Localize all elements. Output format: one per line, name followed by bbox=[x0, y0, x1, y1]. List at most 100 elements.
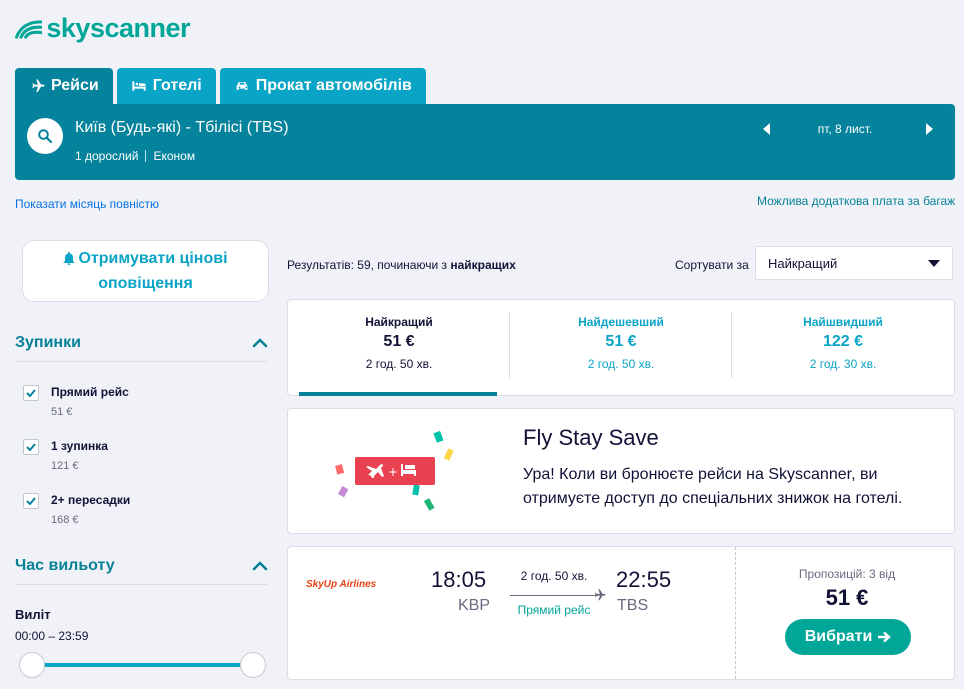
bed-icon bbox=[132, 81, 146, 91]
check-icon bbox=[26, 497, 36, 505]
arrival-airport: TBS bbox=[617, 597, 649, 614]
skyscanner-logo[interactable]: skyscanner bbox=[15, 12, 190, 44]
one-stop-checkbox[interactable] bbox=[23, 439, 39, 455]
bell-icon bbox=[63, 252, 75, 265]
direct-checkbox[interactable] bbox=[23, 385, 39, 401]
results-summary-bold: найкращих bbox=[450, 258, 516, 272]
sort-tab-best-title: Найкращий bbox=[365, 315, 433, 329]
tab-flights[interactable]: Рейси bbox=[15, 68, 113, 104]
card-divider bbox=[735, 547, 736, 679]
sort-dropdown[interactable]: Найкращий bbox=[755, 246, 953, 280]
results-summary: Результатів: 59, починаючи з найкращих bbox=[287, 258, 516, 272]
plane-icon bbox=[32, 79, 45, 92]
arrow-right-icon bbox=[878, 631, 892, 643]
next-date-button[interactable] bbox=[925, 122, 933, 138]
departure-range-text: 00:00 – 23:59 bbox=[15, 629, 89, 643]
tab-car-hire-label: Прокат автомобілів bbox=[255, 77, 412, 94]
plane-icon bbox=[594, 589, 606, 601]
departure-time: 18:05 bbox=[431, 567, 487, 592]
select-flight-button[interactable]: Вибрати bbox=[785, 619, 911, 655]
prev-date-button[interactable] bbox=[763, 122, 771, 138]
stops-text: Прямий рейс bbox=[517, 603, 591, 617]
sort-tabs: Найкращий 51 € 2 год. 50 хв. Найдешевший… bbox=[287, 299, 955, 396]
search-summary-bar[interactable]: Київ (Будь-які) - Тбілісі (TBS) 1 доросл… bbox=[15, 104, 955, 180]
arrival-time: 22:55 bbox=[616, 567, 672, 592]
date-text[interactable]: пт, 8 лист. bbox=[775, 122, 915, 136]
sort-tab-cheapest[interactable]: Найдешевший 51 € 2 год. 50 хв. bbox=[510, 300, 732, 395]
departure-sub-label: Виліт bbox=[15, 607, 51, 622]
promo-title: Fly Stay Save bbox=[523, 425, 659, 450]
caret-down-icon bbox=[928, 259, 940, 267]
departure-filter-header[interactable]: Час вильоту bbox=[15, 557, 268, 575]
stops-divider bbox=[15, 361, 268, 362]
stops-filter-title: Зупинки bbox=[15, 334, 81, 351]
tab-hotels-label: Готелі bbox=[152, 77, 202, 94]
flight-plus-hotel-illustration: + bbox=[335, 430, 454, 511]
sort-tab-best-duration: 2 год. 50 хв. bbox=[365, 357, 433, 371]
flight-price: 51 € bbox=[825, 585, 869, 610]
filter-one-stop-price: 121 € bbox=[51, 460, 79, 472]
filter-direct-price: 51 € bbox=[51, 406, 73, 418]
sort-tab-cheapest-title: Найдешевший bbox=[578, 315, 664, 329]
price-alerts-content: Отримувати цінові оповіщення bbox=[63, 246, 228, 296]
select-button-label: Вибрати bbox=[804, 628, 873, 645]
chevron-up-icon bbox=[252, 561, 268, 571]
search-icon bbox=[38, 129, 52, 143]
alerts-line2-text: оповіщення bbox=[98, 275, 193, 292]
car-icon bbox=[236, 82, 248, 90]
passenger-cabin-line: 1 дорослий Економ bbox=[75, 149, 195, 163]
sort-tab-cheapest-price: 51 € bbox=[605, 333, 637, 350]
departure-airport: KBP bbox=[458, 597, 491, 614]
route-line bbox=[510, 595, 598, 596]
sort-tab-fastest[interactable]: Найшвидший 122 € 2 год. 30 хв. bbox=[732, 300, 954, 395]
chevron-left-icon bbox=[763, 123, 770, 135]
filter-two-plus-label[interactable]: 2+ пересадки bbox=[51, 493, 130, 507]
flight-result-card[interactable]: SkyUp Airlines 18:05 KBP 2 год. 50 хв. П… bbox=[287, 546, 955, 680]
fly-stay-save-promo[interactable]: + Fly Stay Save Ура! Коли ви бронюєте ре… bbox=[287, 408, 955, 534]
logo-text: skyscanner bbox=[46, 12, 190, 43]
price-alerts-line1: Отримувати цінові bbox=[63, 246, 228, 271]
active-sort-indicator bbox=[299, 392, 497, 396]
tab-car-hire[interactable]: Прокат автомобілів bbox=[219, 68, 426, 104]
sort-tab-best[interactable]: Найкращий 51 € 2 год. 50 хв. bbox=[288, 300, 510, 395]
airline-logo: SkyUp Airlines bbox=[306, 579, 377, 590]
divider bbox=[145, 150, 147, 162]
departure-slider-min-handle[interactable] bbox=[19, 652, 45, 678]
sort-tab-cheapest-duration: 2 год. 50 хв. bbox=[587, 357, 655, 371]
cabin-text: Економ bbox=[153, 149, 196, 163]
filter-two-plus-price: 168 € bbox=[51, 514, 79, 526]
tab-flights-label: Рейси bbox=[51, 77, 99, 94]
product-tabs: Рейси Готелі Прокат автомобілів bbox=[15, 68, 426, 104]
sort-tab-fastest-title: Найшвидший bbox=[803, 315, 883, 329]
check-icon bbox=[26, 389, 36, 397]
svg-text:+: + bbox=[388, 465, 398, 479]
sort-tab-best-price: 51 € bbox=[383, 333, 415, 350]
promo-text: Ура! Коли ви бронюєте рейси на Skyscanne… bbox=[523, 466, 903, 507]
sort-tab-fastest-price: 122 € bbox=[822, 333, 864, 350]
sort-tab-fastest-duration: 2 год. 30 хв. bbox=[809, 357, 877, 371]
filter-one-stop-label[interactable]: 1 зупинка bbox=[51, 439, 108, 453]
flight-duration: 2 год. 50 хв. bbox=[520, 569, 588, 583]
chevron-right-icon bbox=[926, 123, 933, 135]
departure-slider-max-handle[interactable] bbox=[240, 652, 266, 678]
departure-divider bbox=[15, 584, 268, 585]
search-button[interactable] bbox=[27, 118, 63, 154]
sunrise-logo-icon bbox=[15, 20, 43, 39]
sort-value: Найкращий bbox=[768, 255, 838, 271]
show-month-link[interactable]: Показати місяць повністю bbox=[15, 197, 159, 211]
departure-slider-track[interactable] bbox=[31, 663, 252, 667]
passengers-text: 1 дорослий bbox=[75, 149, 139, 163]
filter-direct-label[interactable]: Прямий рейс bbox=[51, 385, 129, 399]
sort-label: Сортувати за bbox=[675, 258, 749, 272]
two-plus-stops-checkbox[interactable] bbox=[23, 493, 39, 509]
chevron-up-icon bbox=[252, 338, 268, 348]
route-text: Київ (Будь-які) - Тбілісі (TBS) bbox=[75, 119, 289, 136]
tab-hotels[interactable]: Готелі bbox=[116, 68, 216, 104]
stops-filter-header[interactable]: Зупинки bbox=[15, 334, 268, 352]
price-alerts-button[interactable]: Отримувати цінові оповіщення bbox=[22, 240, 269, 302]
offers-count: Пропозицій: 3 від bbox=[798, 567, 896, 581]
departure-filter-title: Час вильоту bbox=[15, 557, 115, 574]
baggage-fee-link[interactable]: Можлива додаткова плата за багаж bbox=[757, 194, 955, 208]
check-icon bbox=[26, 443, 36, 451]
results-summary-prefix: Результатів: 59, починаючи з bbox=[287, 258, 451, 272]
